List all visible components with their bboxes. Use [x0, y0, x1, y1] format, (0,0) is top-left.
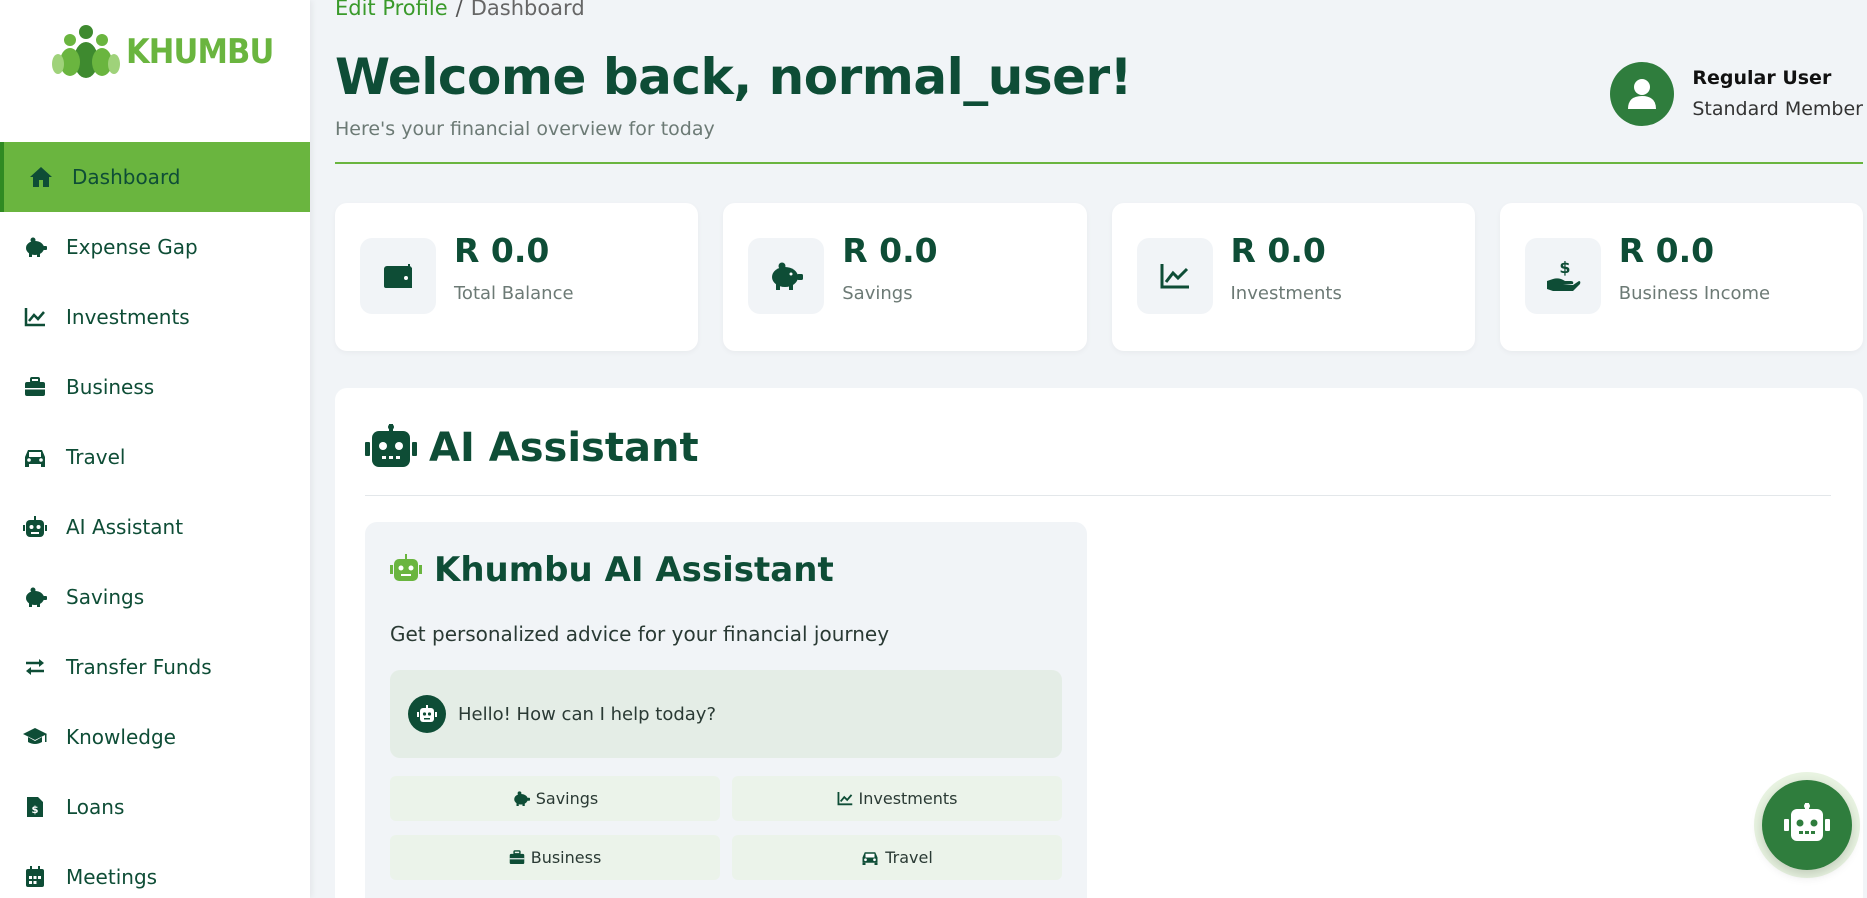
quick-action-business-button[interactable]: Business — [390, 835, 720, 880]
stat-label: Savings — [842, 283, 913, 304]
sidebar-nav: Dashboard Expense Gap Investments Busine… — [0, 142, 310, 898]
robot-icon — [1784, 803, 1830, 847]
stats-row: R 0.0 Total Balance R 0.0 Savings R 0.0 … — [335, 203, 1863, 351]
breadcrumb-current: Dashboard — [470, 0, 585, 20]
sidebar-item-transfer-funds[interactable]: Transfer Funds — [0, 632, 310, 702]
user-icon — [1610, 62, 1675, 126]
user-info: Regular User Standard Member — [1692, 63, 1863, 125]
user-name: Regular User — [1692, 67, 1832, 89]
svg-text:$: $ — [32, 805, 39, 816]
robot-icon — [408, 695, 446, 733]
wallet-icon — [360, 238, 436, 314]
sidebar-item-label: Meetings — [66, 865, 158, 889]
user-role: Standard Member — [1692, 98, 1863, 120]
robot-icon — [22, 514, 48, 540]
piggy-bank-icon — [22, 234, 48, 260]
graduation-cap-icon — [22, 724, 48, 750]
stat-card-business-income: $ R 0.0 Business Income — [1499, 203, 1863, 351]
quick-action-label: Savings — [535, 789, 599, 808]
chart-line-icon — [837, 791, 853, 806]
chat-description: Get personalized advice for your financi… — [390, 622, 890, 646]
sidebar-item-meetings[interactable]: Meetings — [0, 842, 310, 898]
stat-label: Total Balance — [454, 283, 574, 304]
stat-value: R 0.0 — [842, 231, 938, 270]
user-profile[interactable]: Regular User Standard Member — [1610, 62, 1863, 126]
briefcase-icon — [22, 374, 48, 400]
chart-line-icon — [1136, 238, 1213, 314]
sidebar-item-dashboard[interactable]: Dashboard — [0, 142, 310, 212]
hand-dollar-icon: $ — [1524, 238, 1601, 314]
piggy-bank-icon — [512, 791, 530, 806]
stat-label: Investments — [1230, 283, 1342, 304]
car-icon — [861, 850, 879, 865]
home-icon — [28, 164, 54, 190]
quick-action-label: Travel — [885, 848, 933, 867]
breadcrumb-separator: / — [455, 0, 463, 20]
chart-line-icon — [22, 304, 48, 330]
stat-value: R 0.0 — [454, 231, 550, 270]
sidebar-item-label: Dashboard — [72, 165, 181, 189]
sidebar-item-label: Expense Gap — [66, 235, 198, 259]
quick-action-label: Investments — [858, 789, 958, 808]
stat-value: R 0.0 — [1618, 231, 1715, 270]
sidebar-item-expense-gap[interactable]: Expense Gap — [0, 212, 310, 282]
quick-action-investments-button[interactable]: Investments — [732, 776, 1062, 821]
sidebar-item-loans[interactable]: $ Loans — [0, 772, 310, 842]
khumbu-logo-icon — [50, 22, 122, 82]
main-content: Edit Profile / Dashboard Welcome back, nor… — [335, 0, 1863, 898]
chat-title-row: Khumbu AI Assistant — [390, 550, 834, 590]
stat-card-investments: R 0.0 Investments — [1111, 203, 1475, 351]
sidebar-item-label: Business — [66, 375, 155, 399]
page-subtitle: Here's your financial overview for today — [335, 118, 715, 140]
breadcrumb: Edit Profile / Dashboard — [335, 0, 585, 20]
page-title: Welcome back, normal_user! — [335, 48, 1132, 106]
piggy-bank-icon — [748, 238, 825, 314]
robot-icon — [390, 554, 422, 586]
stat-card-savings: R 0.0 Savings — [723, 203, 1087, 351]
brand-name: KHUMBU — [126, 32, 274, 72]
sidebar-item-label: Knowledge — [66, 725, 176, 749]
quick-action-label: Business — [530, 848, 602, 867]
sidebar-item-investments[interactable]: Investments — [0, 282, 310, 352]
sidebar-item-label: AI Assistant — [66, 515, 184, 539]
robot-icon — [365, 424, 417, 472]
stat-value: R 0.0 — [1230, 231, 1326, 270]
ai-section-heading: AI Assistant — [365, 424, 699, 472]
chat-card: Khumbu AI Assistant Get personalized adv… — [365, 522, 1087, 898]
quick-action-savings-button[interactable]: Savings — [390, 776, 720, 821]
sidebar-item-ai-assistant[interactable]: AI Assistant — [0, 492, 310, 562]
briefcase-icon — [509, 850, 525, 865]
bot-message-text: Hello! How can I help today? — [458, 703, 717, 725]
sidebar-item-business[interactable]: Business — [0, 352, 310, 422]
sidebar-item-travel[interactable]: Travel — [0, 422, 310, 492]
ai-chat-fab-button[interactable] — [1762, 780, 1852, 870]
quick-actions: Savings Investments Business Travel — [390, 776, 1062, 880]
ai-section-title: AI Assistant — [429, 425, 699, 471]
car-icon — [22, 444, 48, 470]
sidebar-item-knowledge[interactable]: Knowledge — [0, 702, 310, 772]
calendar-icon — [22, 864, 48, 890]
invoice-dollar-icon: $ — [22, 794, 48, 820]
sidebar-item-label: Loans — [66, 795, 125, 819]
sidebar: KHUMBU Dashboard Expense Gap Investments… — [0, 0, 310, 898]
bot-message: Hello! How can I help today? — [390, 670, 1062, 758]
ai-section-divider — [365, 495, 1831, 496]
quick-action-travel-button[interactable]: Travel — [732, 835, 1062, 880]
stat-label: Business Income — [1618, 283, 1771, 304]
header-divider — [335, 162, 1863, 164]
sidebar-item-savings[interactable]: Savings — [0, 562, 310, 632]
ai-assistant-panel: AI Assistant Khumbu AI Assistant Get per… — [335, 388, 1863, 898]
chat-title: Khumbu AI Assistant — [434, 550, 834, 590]
sidebar-item-label: Savings — [66, 585, 145, 609]
sidebar-item-label: Transfer Funds — [66, 655, 212, 679]
exchange-icon — [22, 654, 48, 680]
sidebar-item-label: Investments — [66, 305, 190, 329]
breadcrumb-edit-profile-link[interactable]: Edit Profile — [335, 0, 448, 20]
piggy-bank-icon — [22, 584, 48, 610]
sidebar-item-label: Travel — [66, 445, 126, 469]
stat-card-total-balance: R 0.0 Total Balance — [335, 203, 699, 351]
svg-text:$: $ — [1559, 259, 1570, 277]
brand-logo[interactable]: KHUMBU — [50, 22, 290, 82]
